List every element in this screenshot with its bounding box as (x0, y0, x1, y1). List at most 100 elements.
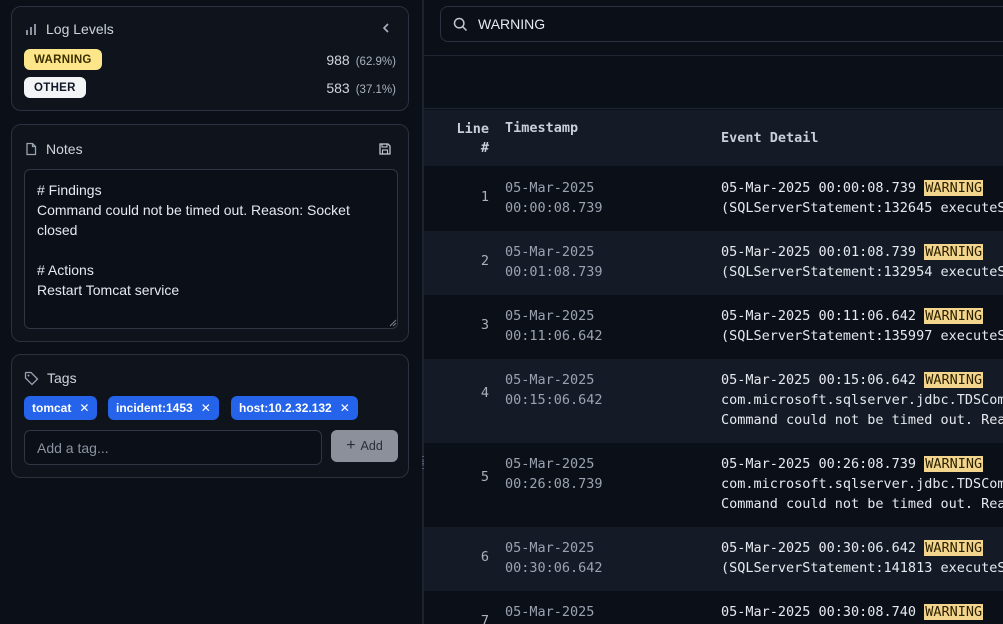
table-row[interactable]: 6 05-Mar-2025 00:30:06.642 05-Mar-2025 00:3… (424, 527, 1003, 591)
event-line: 05-Mar-2025 00:30:06.642 WARNING (721, 538, 1003, 558)
notes-card: Notes # Findings Command could not be ti… (11, 124, 409, 342)
event-detail-cell: 05-Mar-2025 00:00:08.739 WARNING (SQLServ… (721, 178, 1003, 218)
event-detail-cell: 05-Mar-2025 00:26:08.739 WARNING com.micr… (721, 454, 1003, 514)
search-bar[interactable]: WARNING (440, 6, 1003, 42)
event-prefix: 05-Mar-2025 00:15:06.642 (721, 372, 925, 388)
event-prefix: 05-Mar-2025 00:01:08.739 (721, 244, 925, 260)
event-prefix: 05-Mar-2025 00:30:08.740 (721, 604, 925, 620)
search-highlight: WARNING (924, 540, 984, 556)
level-stat-other: 583 (37.1%) (326, 80, 396, 96)
notes-header: Notes (24, 141, 83, 157)
timestamp-cell: 05-Mar-2025 00:00:08.739 (505, 178, 603, 218)
event-line: 05-Mar-2025 00:30:08.740 WARNING (721, 602, 984, 622)
tag-chip: incident:1453 ✕ (108, 396, 219, 420)
add-tag-input[interactable] (24, 430, 322, 465)
level-percent: (37.1%) (355, 84, 396, 96)
level-percent: (62.9%) (355, 56, 396, 68)
event-prefix: 05-Mar-2025 00:30:06.642 (721, 540, 925, 556)
notes-textarea[interactable]: # Findings Command could not be timed ou… (24, 169, 398, 329)
line-number: 7 (480, 613, 489, 624)
level-count: 583 (326, 80, 350, 96)
timestamp-cell: 05-Mar-2025 00:11:06.642 (505, 306, 603, 346)
timestamp-time: 00:26:08.739 (505, 476, 603, 492)
search-icon (453, 17, 468, 32)
plus-icon: + (346, 437, 356, 454)
line-number: 5 (480, 469, 489, 485)
line-number: 1 (480, 189, 489, 205)
event-prefix: 05-Mar-2025 00:00:08.739 (721, 180, 925, 196)
event-line: (SQLServerStatement:141813 executeStatem… (721, 560, 1003, 576)
column-header-event[interactable]: Event Detail (721, 130, 819, 146)
timestamp-cell: 05-Mar-2025 00:26:08.739 (505, 454, 603, 494)
event-line: com.microsoft.sqlserver.jdbc.TDSCommand (721, 476, 1003, 492)
event-line: 05-Mar-2025 00:26:08.739 WARNING (721, 454, 1003, 474)
timestamp-time: 00:01:08.739 (505, 264, 603, 280)
column-header-line-symbol: # (480, 140, 489, 156)
save-icon[interactable] (378, 142, 392, 156)
event-line: 05-Mar-2025 00:01:08.739 WARNING (721, 242, 1003, 262)
add-tag-button[interactable]: + Add (331, 430, 398, 462)
remove-tag-icon[interactable]: ✕ (201, 401, 211, 415)
timestamp-cell: 05-Mar-2025 00:30:06.642 (505, 538, 603, 578)
line-number: 6 (480, 549, 489, 565)
search-input[interactable]: WARNING (478, 16, 545, 32)
table-row[interactable]: 1 05-Mar-2025 00:00:08.739 05-Mar-2025 00:0… (424, 167, 1003, 231)
timestamp-date: 05-Mar-2025 (505, 244, 595, 260)
collapse-chevron-left-icon[interactable] (380, 22, 392, 34)
add-tag-button-label: Add (360, 439, 383, 453)
search-highlight: WARNING (924, 372, 984, 388)
search-highlight: WARNING (924, 308, 984, 324)
timestamp-date: 05-Mar-2025 (505, 456, 595, 472)
event-detail-cell: 05-Mar-2025 00:11:06.642 WARNING (SQLServ… (721, 306, 1003, 346)
level-badge-other[interactable]: OTHER (24, 77, 86, 98)
tags-card: Tags tomcat ✕ incident:1453 ✕ host:10.2.… (11, 354, 409, 478)
event-detail-cell: 05-Mar-2025 00:30:08.740 WARNING (721, 602, 984, 622)
timestamp-cell: 05-Mar-202500:30:08.740 (505, 602, 603, 624)
tag-label: tomcat (32, 401, 72, 415)
event-line: Command could not be timed out. Reason (721, 496, 1003, 512)
event-line: 05-Mar-2025 00:11:06.642 WARNING (721, 306, 1003, 326)
left-panel: Log Levels WARNING 988 (62.9%) OTHER 583 (… (0, 0, 422, 624)
search-highlight: WARNING (924, 456, 984, 472)
event-detail-cell: 05-Mar-2025 00:30:06.642 WARNING (SQLServ… (721, 538, 1003, 578)
level-count: 988 (326, 52, 350, 68)
line-number: 3 (480, 317, 489, 333)
table-top-border (424, 108, 1003, 109)
event-line: Command could not be timed out. Reason (721, 412, 1003, 428)
timestamp-time: 00:11:06.642 (505, 328, 603, 344)
table-header: Line # Timestamp Event Detail (424, 110, 1003, 166)
timestamp-date: 05-Mar-2025 (505, 540, 595, 556)
column-header-line-label: Line (456, 121, 489, 137)
level-badge-warning[interactable]: WARNING (24, 49, 102, 70)
column-header-line[interactable]: Line # (424, 120, 489, 158)
table-row[interactable]: 7 05-Mar-202500:30:08.740 05-Mar-2025 00:3… (424, 591, 1003, 624)
log-levels-title: Log Levels (46, 21, 114, 37)
search-highlight: WARNING (924, 180, 984, 196)
tag-label: host:10.2.32.132 (239, 401, 332, 415)
event-line: (SQLServerStatement:132954 executeStatem… (721, 264, 1003, 280)
resize-grip-icon[interactable] (389, 319, 397, 327)
notes-title: Notes (46, 141, 83, 157)
remove-tag-icon[interactable]: ✕ (79, 401, 89, 415)
tags-title: Tags (47, 370, 77, 386)
table-row[interactable]: 4 05-Mar-2025 00:15:06.642 05-Mar-2025 00:1… (424, 359, 1003, 443)
column-header-timestamp[interactable]: Timestamp (505, 120, 578, 136)
tag-chip: tomcat ✕ (24, 396, 98, 420)
table-row[interactable]: 5 05-Mar-2025 00:26:08.739 05-Mar-2025 00:2… (424, 443, 1003, 527)
event-prefix: 05-Mar-2025 00:11:06.642 (721, 308, 925, 324)
timestamp-cell: 05-Mar-2025 00:15:06.642 (505, 370, 603, 410)
event-line: (SQLServerStatement:132645 executeStatem… (721, 200, 1003, 216)
event-line: 05-Mar-2025 00:00:08.739 WARNING (721, 178, 1003, 198)
timestamp-cell: 05-Mar-2025 00:01:08.739 (505, 242, 603, 282)
remove-tag-icon[interactable]: ✕ (340, 401, 350, 415)
tag-chip: host:10.2.32.132 ✕ (231, 396, 358, 420)
timestamp-date: 05-Mar-2025 (505, 372, 595, 388)
bar-chart-icon (24, 22, 38, 36)
event-line: (SQLServerStatement:135997 executeStatem… (721, 328, 1003, 344)
table-row[interactable]: 2 05-Mar-2025 00:01:08.739 05-Mar-2025 00:0… (424, 231, 1003, 295)
search-highlight: WARNING (924, 244, 984, 260)
timestamp-date: 05-Mar-2025 (505, 180, 595, 196)
table-row[interactable]: 3 05-Mar-2025 00:11:06.642 05-Mar-2025 00:1… (424, 295, 1003, 359)
line-number: 2 (480, 253, 489, 269)
event-line: 05-Mar-2025 00:15:06.642 WARNING (721, 370, 1003, 390)
